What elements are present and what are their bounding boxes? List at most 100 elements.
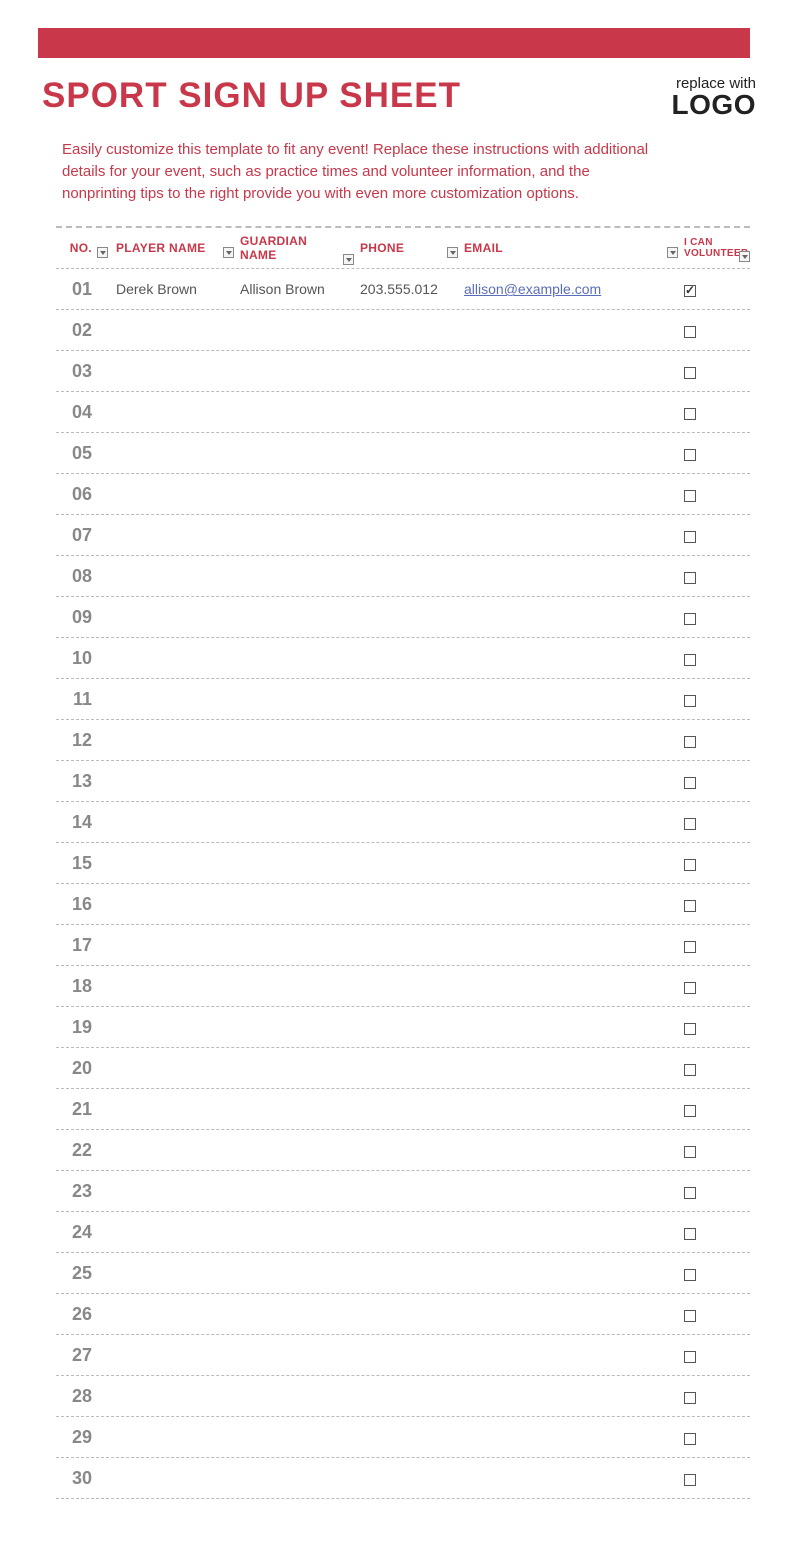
phone-cell[interactable] [356,447,460,459]
player-name-cell[interactable] [112,816,236,828]
player-name-cell[interactable] [112,1062,236,1074]
volunteer-checkbox[interactable] [684,695,696,707]
email-cell[interactable] [460,1062,680,1074]
email-cell[interactable] [460,1472,680,1484]
guardian-name-cell[interactable] [236,1431,356,1443]
volunteer-checkbox[interactable] [684,654,696,666]
volunteer-checkbox[interactable] [684,613,696,625]
player-name-cell[interactable] [112,775,236,787]
player-name-cell[interactable] [112,1226,236,1238]
player-name-cell[interactable] [112,1103,236,1115]
phone-cell[interactable] [356,406,460,418]
guardian-name-cell[interactable] [236,816,356,828]
player-name-cell[interactable] [112,734,236,746]
email-cell[interactable] [460,406,680,418]
email-cell[interactable] [460,529,680,541]
player-name-cell[interactable] [112,693,236,705]
phone-cell[interactable] [356,365,460,377]
guardian-name-cell[interactable] [236,857,356,869]
filter-dropdown-icon[interactable] [447,247,458,258]
volunteer-checkbox[interactable] [684,285,696,297]
player-name-cell[interactable] [112,529,236,541]
phone-cell[interactable] [356,734,460,746]
player-name-cell[interactable] [112,652,236,664]
guardian-name-cell[interactable] [236,1472,356,1484]
header-phone[interactable]: PHONE [356,235,460,261]
volunteer-checkbox[interactable] [684,1351,696,1363]
email-cell[interactable] [460,652,680,664]
phone-cell[interactable] [356,652,460,664]
player-name-cell[interactable] [112,1267,236,1279]
guardian-name-cell[interactable] [236,980,356,992]
email-cell[interactable] [460,816,680,828]
email-cell[interactable] [460,324,680,336]
email-cell[interactable] [460,1308,680,1320]
header-no[interactable]: NO. [56,235,112,261]
email-cell[interactable] [460,447,680,459]
phone-cell[interactable] [356,857,460,869]
volunteer-checkbox[interactable] [684,572,696,584]
header-player[interactable]: PLAYER NAME [112,235,236,261]
volunteer-checkbox[interactable] [684,1269,696,1281]
player-name-cell[interactable] [112,1308,236,1320]
guardian-name-cell[interactable] [236,488,356,500]
email-cell[interactable] [460,775,680,787]
guardian-name-cell[interactable] [236,939,356,951]
phone-cell[interactable] [356,324,460,336]
player-name-cell[interactable] [112,365,236,377]
guardian-name-cell[interactable] [236,406,356,418]
player-name-cell[interactable] [112,1390,236,1402]
player-name-cell[interactable] [112,1472,236,1484]
player-name-cell[interactable] [112,1431,236,1443]
volunteer-checkbox[interactable] [684,777,696,789]
guardian-name-cell[interactable] [236,365,356,377]
phone-cell[interactable] [356,1062,460,1074]
volunteer-checkbox[interactable] [684,818,696,830]
email-cell[interactable] [460,1103,680,1115]
guardian-name-cell[interactable] [236,1185,356,1197]
player-name-cell[interactable] [112,611,236,623]
guardian-name-cell[interactable] [236,1308,356,1320]
volunteer-checkbox[interactable] [684,1146,696,1158]
phone-cell[interactable] [356,898,460,910]
volunteer-checkbox[interactable] [684,900,696,912]
player-name-cell[interactable] [112,1185,236,1197]
header-email[interactable]: EMAIL [460,235,680,261]
volunteer-checkbox[interactable] [684,1064,696,1076]
email-cell[interactable] [460,980,680,992]
volunteer-checkbox[interactable] [684,1228,696,1240]
guardian-name-cell[interactable] [236,1226,356,1238]
volunteer-checkbox[interactable] [684,367,696,379]
guardian-name-cell[interactable] [236,1349,356,1361]
volunteer-checkbox[interactable] [684,982,696,994]
email-cell[interactable] [460,857,680,869]
guardian-name-cell[interactable] [236,652,356,664]
guardian-name-cell[interactable] [236,1103,356,1115]
phone-cell[interactable] [356,1144,460,1156]
player-name-cell[interactable] [112,980,236,992]
phone-cell[interactable] [356,1472,460,1484]
email-cell[interactable]: allison@example.com [460,275,680,303]
guardian-name-cell[interactable] [236,611,356,623]
guardian-name-cell[interactable] [236,529,356,541]
header-volunteer[interactable]: I CAN VOLUNTEER [680,231,750,265]
volunteer-checkbox[interactable] [684,1023,696,1035]
player-name-cell[interactable] [112,898,236,910]
guardian-name-cell[interactable] [236,570,356,582]
filter-dropdown-icon[interactable] [223,247,234,258]
volunteer-checkbox[interactable] [684,1105,696,1117]
email-cell[interactable] [460,898,680,910]
phone-cell[interactable] [356,1308,460,1320]
phone-cell[interactable] [356,570,460,582]
guardian-name-cell[interactable] [236,898,356,910]
volunteer-checkbox[interactable] [684,1433,696,1445]
phone-cell[interactable] [356,816,460,828]
guardian-name-cell[interactable]: Allison Brown [236,275,356,303]
volunteer-checkbox[interactable] [684,326,696,338]
phone-cell[interactable] [356,1349,460,1361]
volunteer-checkbox[interactable] [684,1187,696,1199]
volunteer-checkbox[interactable] [684,490,696,502]
email-cell[interactable] [460,1390,680,1402]
email-cell[interactable] [460,1185,680,1197]
player-name-cell[interactable] [112,488,236,500]
